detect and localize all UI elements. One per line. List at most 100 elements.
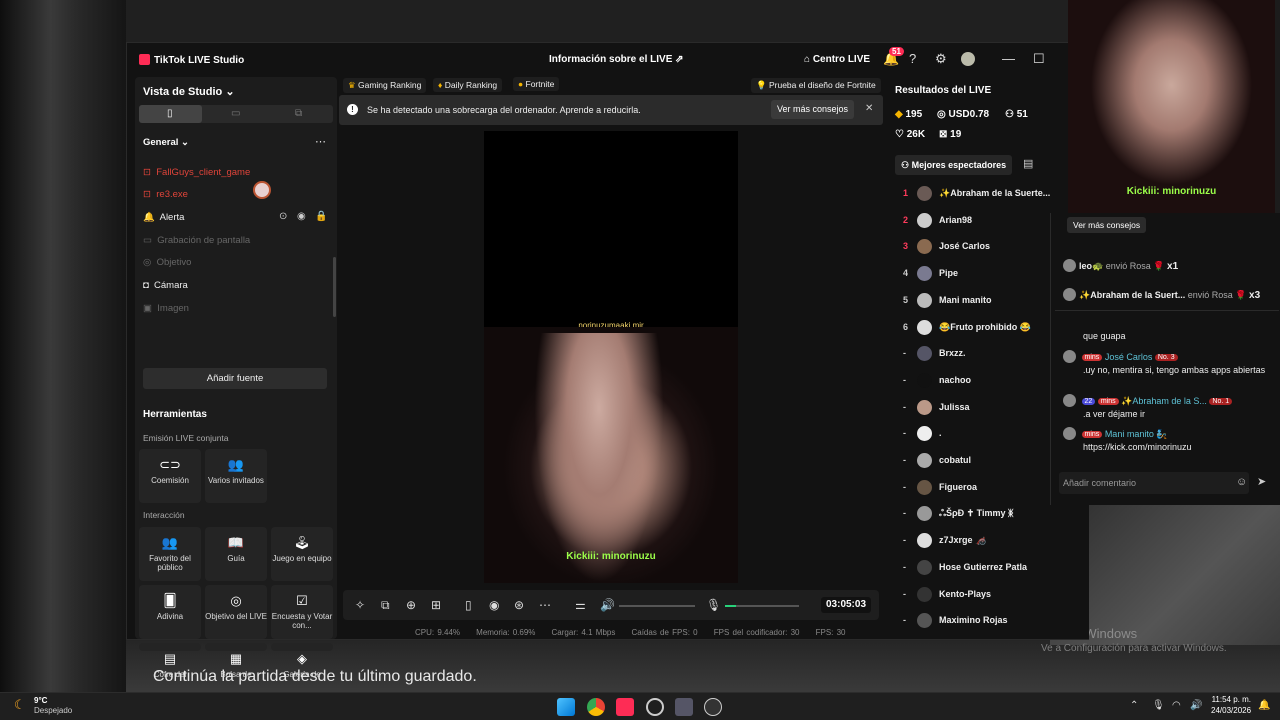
scrollbar[interactable] — [333, 257, 336, 317]
minimize-icon[interactable]: — — [1002, 51, 1015, 66]
profile-avatar[interactable] — [961, 52, 975, 66]
source-item[interactable]: ⊡ FallGuys_client_game — [143, 167, 250, 178]
record-icon[interactable]: ◉ — [489, 598, 499, 612]
live-goal-button[interactable]: ◎ Objetivo del LIVE — [205, 585, 267, 639]
source-item[interactable]: ▭ Grabación de pantalla — [143, 235, 250, 246]
add-source-button[interactable]: Añadir fuente — [143, 368, 327, 389]
close-icon[interactable]: ✕ — [865, 103, 873, 114]
fortnite-design-promo[interactable]: 💡 Prueba el diseño de Fortnite — [751, 78, 881, 93]
notifications-icon[interactable]: 🔔 — [1258, 700, 1270, 711]
volume-slider[interactable] — [619, 605, 695, 607]
chrome-icon[interactable] — [587, 698, 605, 716]
dual-layout-icon[interactable]: ⧉ — [295, 108, 302, 119]
viewer-row[interactable]: - ஃŠρĐ ✝ Timmy ᛤ — [895, 501, 1085, 527]
send-icon[interactable]: ➤ — [1257, 475, 1266, 488]
likes-value: 26K — [906, 129, 926, 140]
sticker-avatar — [253, 181, 271, 199]
viewer-row[interactable]: - Maximino Rojas — [895, 608, 1085, 634]
source-item[interactable]: ◘ Cámara — [143, 280, 188, 291]
windows-start-icon[interactable] — [557, 698, 575, 716]
tab-gaming-ranking[interactable]: ♛ Gaming Ranking — [343, 78, 427, 93]
effects-icon[interactable]: ⧉ — [381, 598, 390, 613]
tool-label: Encuesta y Votar con... — [271, 612, 333, 630]
camera-switch-icon[interactable]: ⊛ — [514, 598, 524, 612]
guide-button[interactable]: 📖 Guía — [205, 527, 267, 581]
app-icon[interactable] — [646, 698, 664, 716]
viewer-row[interactable]: - z7Jxrge 🦽 — [895, 528, 1085, 554]
live-center-button[interactable]: ⌂ Centro LIVE — [804, 54, 870, 65]
chat-user: Mani manito 🧞 — [1104, 429, 1168, 439]
coemission-button[interactable]: ⊂⊃ Coemisión — [139, 449, 201, 503]
phone-icon[interactable]: ▯ — [465, 598, 472, 612]
source-item[interactable]: 🔔 Alerta — [143, 212, 184, 223]
speaker-icon[interactable]: 🔊 — [600, 598, 615, 612]
lock-icon[interactable]: 🔒 — [315, 211, 327, 222]
badge: mins — [1081, 431, 1103, 438]
popout-tips-button[interactable]: Ver más consejos — [1067, 217, 1147, 233]
badge: 22 — [1081, 398, 1096, 405]
list-icon[interactable]: ▤ — [1023, 157, 1033, 170]
avatar — [917, 613, 932, 629]
eye-icon[interactable]: ◉ — [297, 211, 306, 222]
gallery-button[interactable]: ◈ Galería de — [271, 643, 333, 679]
link-icon: ⊂⊃ — [159, 457, 181, 472]
viewer-row[interactable]: 1 ✨Abraham de la Suerte... — [895, 181, 1085, 207]
target-icon: ◎ — [230, 593, 242, 608]
source-item[interactable]: ⊡ re3.exe — [143, 189, 188, 200]
tab-daily-ranking[interactable]: ♦ Daily Ranking — [433, 78, 503, 92]
viewer-rank: 4 — [903, 268, 909, 279]
more-icon[interactable]: ⋯ — [539, 598, 551, 612]
poll-button[interactable]: ☑ Encuesta y Votar con... — [271, 585, 333, 639]
mic-slider[interactable] — [725, 605, 799, 607]
clock-time[interactable]: 11:54 p. m. — [1211, 695, 1251, 704]
magic-wand-icon[interactable]: ✧ — [355, 598, 365, 612]
viewer-row[interactable]: - Hose Gutierrez Patla — [895, 555, 1085, 581]
more-icon[interactable]: ⋯ — [315, 135, 326, 148]
landscape-icon[interactable]: ▭ — [231, 108, 240, 119]
source-item[interactable]: ◎ Objetivo — [143, 257, 191, 268]
users-icon: ⚇ — [1005, 109, 1014, 120]
share-icon[interactable]: ⇗ — [675, 54, 683, 65]
more-tips-button[interactable]: Ver más consejos — [771, 100, 855, 119]
add-scene-icon[interactable]: ⊞ — [431, 598, 441, 612]
target-icon[interactable]: ⊙ — [279, 211, 287, 222]
source-item[interactable]: ▣ Imagen — [143, 303, 189, 314]
clock-date[interactable]: 24/03/2026 — [1211, 706, 1251, 715]
volume-icon[interactable]: 🔊 — [1190, 700, 1202, 711]
media-player-icon[interactable] — [704, 698, 722, 716]
avatar — [917, 479, 932, 495]
weather-icon[interactable]: ☾ — [14, 697, 26, 713]
users-icon: 👥 — [227, 457, 245, 472]
comment-input[interactable]: Añadir comentario — [1059, 472, 1249, 494]
bag-button[interactable]: ▦ Bolsa de — [205, 643, 267, 679]
windows-taskbar: ☾ 9°C Despejado ⌃ 🎙 ◠ 🔊 11:54 p. m. 24/0… — [0, 692, 1280, 720]
chevron-up-icon[interactable]: ⌃ — [1130, 700, 1138, 711]
viewer-name: Kento-Plays — [939, 588, 992, 599]
game-icon[interactable] — [675, 698, 693, 716]
tiktok-studio-icon[interactable] — [616, 698, 634, 716]
microphone-icon[interactable]: 🎙 — [1152, 700, 1165, 711]
mixer-icon[interactable]: ⚌ — [575, 598, 586, 612]
live-info-link[interactable]: Información sobre el LIVE ⇗ — [549, 54, 684, 65]
gear-icon[interactable]: ⚙ — [935, 51, 947, 67]
tab-fortnite[interactable]: ● Fortnite — [513, 77, 560, 91]
avatar — [917, 506, 932, 522]
tiktok-live-studio-window: TikTok LIVE Studio Información sobre el … — [126, 42, 1090, 679]
emoji-icon[interactable]: ☺ — [1236, 476, 1247, 488]
ar-icon[interactable]: ⊕ — [406, 598, 416, 612]
top-viewers-tab[interactable]: ⚇ Mejores espectadores — [895, 155, 1013, 175]
viewer-row[interactable]: - Kento-Plays — [895, 582, 1085, 608]
studio-view-dropdown[interactable]: Vista de Studio ⌄ — [143, 85, 235, 98]
viewer-rank: - — [903, 455, 906, 465]
microphone-icon[interactable]: 🎙 — [706, 598, 721, 612]
scene-dropdown[interactable]: General ⌄ — [143, 137, 189, 148]
guess-button[interactable]: 🂠 Adivina — [139, 585, 201, 639]
maximize-icon[interactable]: ☐ — [1033, 51, 1045, 67]
audience-favorite-button[interactable]: 👥 Favorito del público — [139, 527, 201, 581]
help-icon[interactable]: ? — [909, 51, 916, 66]
fps-drop-stat: Caídas de FPS: 0 — [631, 628, 698, 637]
multi-guest-button[interactable]: 👥 Varios invitados — [205, 449, 267, 503]
wifi-icon[interactable]: ◠ — [1172, 700, 1181, 711]
team-game-button[interactable]: 🕹 Juego en equipo — [271, 527, 333, 581]
chest-button[interactable]: ▤ Cofre del — [139, 643, 201, 679]
